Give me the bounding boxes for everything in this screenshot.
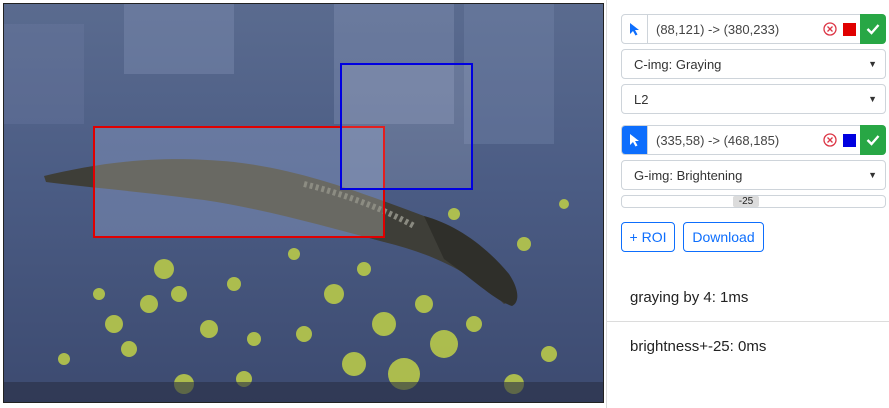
cursor-icon	[629, 23, 639, 36]
remove-icon[interactable]	[823, 133, 837, 147]
roi-1-select-button[interactable]	[622, 15, 648, 43]
brightness-slider-thumb[interactable]: -25	[733, 196, 759, 207]
roi-2-filter-select[interactable]: G-img: Brightening ▼	[621, 160, 886, 190]
remove-icon[interactable]	[823, 22, 837, 36]
check-icon	[866, 135, 880, 146]
roi-2-outline[interactable]	[340, 63, 473, 190]
download-button[interactable]: Download	[683, 222, 764, 252]
roi-2-coords: (335,58) -> (468,185)	[656, 132, 780, 148]
add-roi-button[interactable]: + ROI	[621, 222, 675, 252]
log-divider	[606, 321, 889, 322]
chevron-down-icon: ▼	[868, 170, 877, 180]
roi-1-filter-value: C-img: Graying	[634, 56, 722, 72]
roi-1-coords: (88,121) -> (380,233)	[656, 21, 780, 37]
roi-panel: (88,121) -> (380,233) C-img: Graying ▼ L…	[606, 0, 889, 408]
roi-2-row: (335,58) -> (468,185)	[621, 125, 886, 155]
cursor-icon	[629, 134, 639, 147]
chevron-down-icon: ▼	[868, 94, 877, 104]
roi-2-color-swatch[interactable]	[843, 133, 856, 147]
roi-2-apply-button[interactable]	[860, 125, 886, 155]
image-canvas[interactable]	[3, 3, 604, 403]
roi-1-filter-select[interactable]: C-img: Graying ▼	[621, 49, 886, 79]
roi-1-metric-select[interactable]: L2 ▼	[621, 84, 886, 114]
chevron-down-icon: ▼	[868, 59, 877, 69]
roi-1-apply-button[interactable]	[860, 14, 886, 44]
roi-1-metric-value: L2	[634, 91, 649, 107]
log-entry: brightness+-25: 0ms	[630, 338, 767, 355]
log-entry: graying by 4: 1ms	[630, 289, 749, 306]
roi-1-row: (88,121) -> (380,233)	[621, 14, 886, 44]
roi-1-color-swatch[interactable]	[843, 22, 856, 36]
roi-2-select-button[interactable]	[622, 126, 648, 154]
check-icon	[866, 24, 880, 35]
brightness-slider[interactable]: -25	[621, 195, 886, 208]
roi-2-filter-value: G-img: Brightening	[634, 167, 743, 183]
